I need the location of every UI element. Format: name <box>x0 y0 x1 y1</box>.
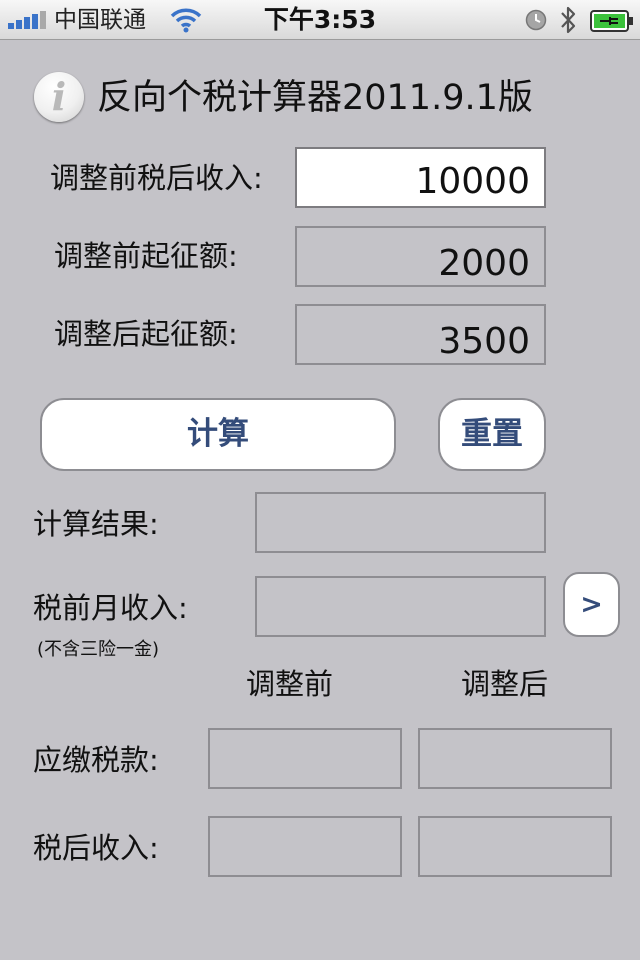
info-button[interactable]: i <box>34 72 84 122</box>
bluetooth-icon <box>561 6 576 34</box>
column-header-before: 调整前 <box>246 667 334 701</box>
pretax-income-label: 税前月收入: <box>33 591 188 625</box>
info-icon: i <box>51 74 67 119</box>
after-tax-income-value: 10000 <box>415 161 530 202</box>
pretax-income-note: (不含三险一金) <box>37 639 160 660</box>
old-threshold-value: 2000 <box>438 243 530 284</box>
column-header-after: 调整后 <box>461 667 549 701</box>
tax-due-before-field <box>208 728 402 789</box>
new-threshold-label: 调整后起征额: <box>54 317 238 351</box>
old-threshold-label: 调整前起征额: <box>54 239 238 273</box>
page-title: 反向个税计算器2011.9.1版 <box>97 78 533 118</box>
after-tax-income-label: 调整前税后收入: <box>50 161 263 195</box>
battery-charging-icon <box>590 10 633 32</box>
status-bar: 中国联通 下午3:53 <box>0 0 640 40</box>
alarm-icon <box>525 9 547 31</box>
net-income-after-field <box>418 816 612 877</box>
new-threshold-value: 3500 <box>438 321 530 362</box>
result-label: 计算结果: <box>33 507 159 541</box>
reset-button[interactable]: 重置 <box>438 398 546 471</box>
old-threshold-field[interactable]: 2000 <box>295 226 546 287</box>
net-income-label: 税后收入: <box>33 831 159 865</box>
pretax-income-field <box>255 576 546 637</box>
tax-due-label: 应缴税款: <box>33 743 159 777</box>
calculate-button[interactable]: 计算 <box>40 398 396 471</box>
tax-due-after-field <box>418 728 612 789</box>
after-tax-income-field[interactable]: 10000 <box>295 147 546 208</box>
new-threshold-field[interactable]: 3500 <box>295 304 546 365</box>
result-field <box>255 492 546 553</box>
detail-arrow-button[interactable]: > <box>563 572 620 637</box>
net-income-before-field <box>208 816 402 877</box>
